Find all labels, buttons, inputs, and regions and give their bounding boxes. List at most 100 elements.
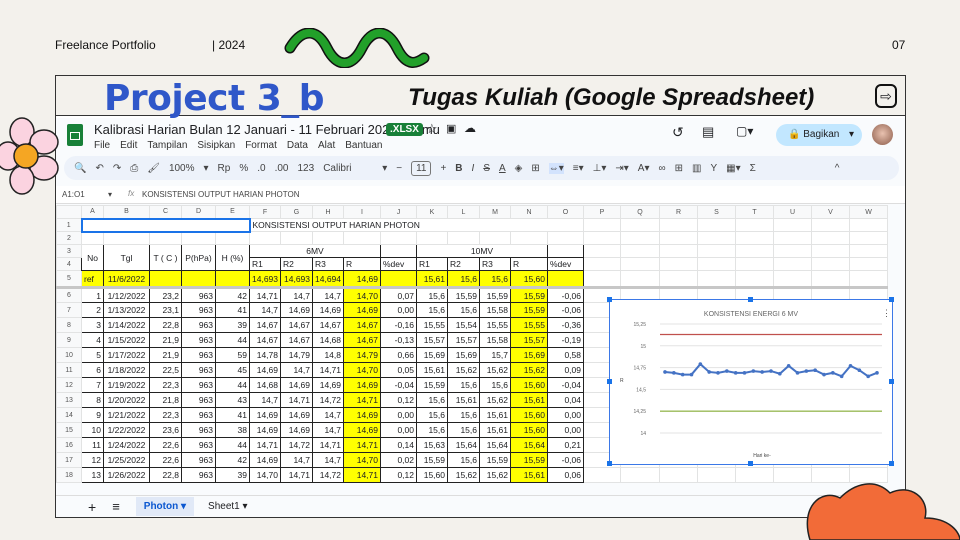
data-cell[interactable]: 22,6 xyxy=(149,437,182,453)
data-cell[interactable]: 1/15/2022 xyxy=(103,332,150,348)
data-cell[interactable]: 38 xyxy=(215,422,250,438)
data-cell[interactable]: 14,70 xyxy=(343,362,381,378)
data-cell[interactable]: 1/22/2022 xyxy=(103,422,150,438)
data-cell[interactable]: -0,06 xyxy=(547,287,584,303)
cell[interactable] xyxy=(697,257,736,271)
data-cell[interactable]: 11 xyxy=(81,437,104,453)
data-cell[interactable]: 15,59 xyxy=(510,452,548,468)
data-cell[interactable]: 15,58 xyxy=(479,302,511,318)
data-cell[interactable]: 15,61 xyxy=(416,362,448,378)
resize-handle[interactable] xyxy=(607,379,612,384)
row-number[interactable]: 10 xyxy=(56,347,82,363)
data-cell[interactable]: 22,8 xyxy=(149,317,182,333)
vertical-align-icon[interactable]: ⊥▾ xyxy=(593,163,607,174)
data-cell[interactable]: 14,67 xyxy=(249,332,281,348)
data-cell[interactable]: 15,64 xyxy=(510,437,548,453)
data-cell[interactable]: 14,69 xyxy=(343,407,381,423)
data-cell[interactable]: 14,71 xyxy=(280,392,313,408)
data-cell[interactable]: 1/12/2022 xyxy=(103,287,150,303)
data-cell[interactable]: 0,00 xyxy=(380,302,417,318)
data-cell[interactable]: 14,67 xyxy=(280,317,313,333)
data-cell[interactable]: 14,68 xyxy=(249,377,281,393)
cell[interactable] xyxy=(697,218,736,232)
all-sheets-icon[interactable]: ≡ xyxy=(112,499,120,514)
add-sheet-icon[interactable]: + xyxy=(88,499,96,515)
data-cell[interactable]: 0,00 xyxy=(547,407,584,423)
wrap-icon[interactable]: ⇥▾ xyxy=(615,163,628,174)
data-cell[interactable]: 15,59 xyxy=(479,287,511,303)
data-cell[interactable]: 14,69 xyxy=(343,302,381,318)
cell[interactable] xyxy=(735,231,774,245)
number-format-button[interactable]: 123 xyxy=(298,163,315,174)
cell[interactable] xyxy=(773,270,812,288)
cell[interactable] xyxy=(773,218,812,232)
data-cell[interactable]: 14,67 xyxy=(312,317,344,333)
column-header[interactable]: R xyxy=(659,205,698,219)
cell[interactable] xyxy=(849,244,888,258)
row-number[interactable]: 12 xyxy=(56,377,82,393)
ref-cell[interactable]: 15,6 xyxy=(447,270,480,288)
cell[interactable] xyxy=(811,231,850,245)
data-cell[interactable]: 14,69 xyxy=(280,302,313,318)
data-cell[interactable]: 6 xyxy=(81,362,104,378)
column-header[interactable]: M xyxy=(479,205,511,219)
data-cell[interactable]: 15,57 xyxy=(510,332,548,348)
cell[interactable] xyxy=(849,218,888,232)
search-icon[interactable]: 🔍 xyxy=(74,163,86,174)
cell[interactable] xyxy=(659,231,698,245)
data-cell[interactable]: 41 xyxy=(215,407,250,423)
cloud-icon[interactable]: ☁ xyxy=(464,121,476,135)
ref-cell[interactable]: 14,694 xyxy=(312,270,344,288)
cell[interactable] xyxy=(811,270,850,288)
header-no[interactable]: No xyxy=(81,244,104,271)
data-cell[interactable]: 1/17/2022 xyxy=(103,347,150,363)
cell[interactable] xyxy=(773,231,812,245)
data-cell[interactable]: 14,70 xyxy=(249,467,281,483)
data-cell[interactable]: 15,64 xyxy=(447,437,480,453)
data-cell[interactable]: 14,7 xyxy=(312,287,344,303)
data-cell[interactable]: 0,21 xyxy=(547,437,584,453)
bold-icon[interactable]: B xyxy=(455,163,462,174)
data-cell[interactable]: 39 xyxy=(215,467,250,483)
column-header[interactable]: I xyxy=(343,205,381,219)
cell[interactable] xyxy=(811,244,850,258)
text-color-icon[interactable]: A xyxy=(499,163,506,174)
cell[interactable] xyxy=(735,467,774,483)
cell[interactable] xyxy=(659,244,698,258)
data-cell[interactable]: 15,6 xyxy=(416,422,448,438)
data-cell[interactable]: 14,71 xyxy=(249,287,281,303)
cell[interactable] xyxy=(149,231,182,245)
column-header[interactable]: P xyxy=(583,205,621,219)
cell[interactable] xyxy=(416,231,448,245)
share-dropdown-icon[interactable]: ▾ xyxy=(849,124,854,146)
data-cell[interactable]: 14,71 xyxy=(343,467,381,483)
data-cell[interactable]: 0,00 xyxy=(380,407,417,423)
data-cell[interactable]: 22,3 xyxy=(149,377,182,393)
data-cell[interactable]: 15,55 xyxy=(416,317,448,333)
data-cell[interactable]: 15,59 xyxy=(510,287,548,303)
header-p[interactable]: P(hPa) xyxy=(181,244,216,271)
chevron-down-icon[interactable]: ▾ xyxy=(108,190,112,199)
meet-icon[interactable]: ▢▾ xyxy=(736,124,753,138)
data-cell[interactable]: 22,6 xyxy=(149,452,182,468)
ref-cell[interactable]: 14,693 xyxy=(280,270,313,288)
data-cell[interactable]: 44 xyxy=(215,377,250,393)
formula-input[interactable]: KONSISTENSI OUTPUT HARIAN PHOTON xyxy=(142,190,300,199)
cell[interactable] xyxy=(583,270,621,288)
column-header[interactable]: V xyxy=(811,205,850,219)
data-cell[interactable]: 15,69 xyxy=(416,347,448,363)
data-cell[interactable]: 14,71 xyxy=(343,392,381,408)
data-cell[interactable]: 21,9 xyxy=(149,332,182,348)
data-cell[interactable]: 0,00 xyxy=(547,422,584,438)
strikethrough-icon[interactable]: S xyxy=(483,163,490,174)
data-cell[interactable]: 14,8 xyxy=(312,347,344,363)
data-cell[interactable]: 963 xyxy=(181,287,216,303)
data-cell[interactable]: 15,63 xyxy=(416,437,448,453)
data-cell[interactable]: 1/20/2022 xyxy=(103,392,150,408)
subheader[interactable]: %dev xyxy=(380,257,417,271)
column-header[interactable]: L xyxy=(447,205,480,219)
font-size-increase[interactable]: + xyxy=(440,163,446,174)
ref-cell[interactable]: 14,693 xyxy=(249,270,281,288)
cell[interactable] xyxy=(583,218,621,232)
cell[interactable] xyxy=(547,244,584,258)
